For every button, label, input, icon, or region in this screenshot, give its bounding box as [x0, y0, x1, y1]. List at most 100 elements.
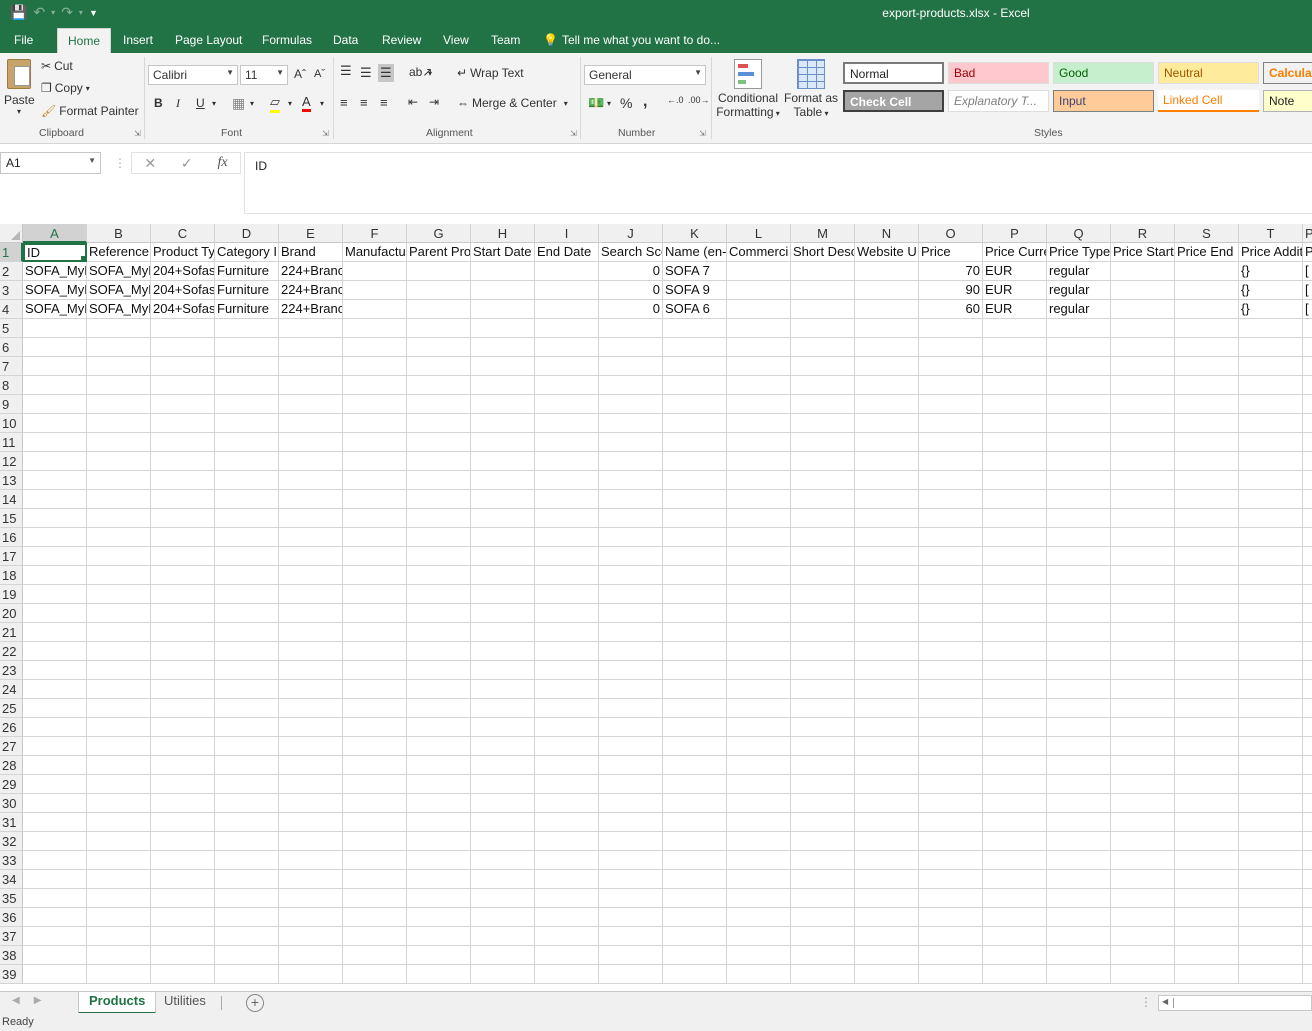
empty-cell[interactable]	[663, 509, 727, 528]
empty-cell[interactable]	[279, 528, 343, 547]
style-neutral[interactable]: Neutral	[1158, 62, 1259, 84]
empty-cell[interactable]	[343, 414, 407, 433]
empty-cell[interactable]	[1111, 357, 1175, 376]
data-cell[interactable]: EUR	[983, 262, 1047, 281]
empty-cell[interactable]	[663, 547, 727, 566]
empty-cell[interactable]	[23, 946, 87, 965]
empty-cell[interactable]	[1111, 395, 1175, 414]
empty-cell[interactable]	[1111, 547, 1175, 566]
select-all-button[interactable]	[0, 224, 23, 243]
empty-cell[interactable]	[983, 433, 1047, 452]
data-cell[interactable]	[471, 262, 535, 281]
empty-cell[interactable]	[23, 471, 87, 490]
empty-cell[interactable]	[343, 547, 407, 566]
empty-cell[interactable]	[23, 870, 87, 889]
add-sheet-icon[interactable]: +	[246, 994, 264, 1012]
empty-cell[interactable]	[23, 756, 87, 775]
empty-cell[interactable]	[279, 471, 343, 490]
empty-cell[interactable]	[983, 414, 1047, 433]
column-header-t[interactable]: T	[1239, 224, 1303, 243]
empty-cell[interactable]	[599, 813, 663, 832]
empty-cell[interactable]	[215, 585, 279, 604]
empty-cell[interactable]	[663, 395, 727, 414]
empty-cell[interactable]	[791, 452, 855, 471]
empty-cell[interactable]	[599, 338, 663, 357]
empty-cell[interactable]	[279, 889, 343, 908]
empty-cell[interactable]	[1111, 338, 1175, 357]
data-cell[interactable]: SOFA_MyN	[23, 262, 87, 281]
data-cell[interactable]: EUR	[983, 281, 1047, 300]
empty-cell[interactable]	[407, 832, 471, 851]
data-cell[interactable]: Furniture	[215, 300, 279, 319]
empty-cell[interactable]	[727, 946, 791, 965]
empty-cell[interactable]	[1303, 433, 1312, 452]
empty-cell[interactable]	[471, 604, 535, 623]
fill-color-dropdown-icon[interactable]: ▾	[288, 99, 292, 108]
empty-cell[interactable]	[1303, 889, 1312, 908]
empty-cell[interactable]	[855, 623, 919, 642]
empty-cell[interactable]	[535, 946, 599, 965]
empty-cell[interactable]	[1047, 623, 1111, 642]
empty-cell[interactable]	[87, 889, 151, 908]
column-header-r[interactable]: R	[1111, 224, 1175, 243]
empty-cell[interactable]	[791, 376, 855, 395]
empty-cell[interactable]	[87, 813, 151, 832]
empty-cell[interactable]	[535, 870, 599, 889]
empty-cell[interactable]	[215, 471, 279, 490]
empty-cell[interactable]	[1111, 908, 1175, 927]
empty-cell[interactable]	[791, 851, 855, 870]
empty-cell[interactable]	[23, 357, 87, 376]
empty-cell[interactable]	[471, 870, 535, 889]
empty-cell[interactable]	[343, 870, 407, 889]
row-header[interactable]: 29	[0, 775, 23, 794]
empty-cell[interactable]	[599, 319, 663, 338]
data-cell[interactable]	[1111, 300, 1175, 319]
row-header[interactable]: 17	[0, 547, 23, 566]
empty-cell[interactable]	[23, 661, 87, 680]
empty-cell[interactable]	[23, 490, 87, 509]
empty-cell[interactable]	[279, 965, 343, 984]
tab-team[interactable]: Team	[491, 33, 520, 47]
empty-cell[interactable]	[535, 509, 599, 528]
empty-cell[interactable]	[1239, 851, 1303, 870]
empty-cell[interactable]	[279, 946, 343, 965]
empty-cell[interactable]	[215, 680, 279, 699]
formula-input[interactable]: ID	[244, 152, 1312, 214]
empty-cell[interactable]	[407, 585, 471, 604]
empty-cell[interactable]	[87, 547, 151, 566]
empty-cell[interactable]	[1303, 471, 1312, 490]
empty-cell[interactable]	[23, 889, 87, 908]
empty-cell[interactable]	[1239, 490, 1303, 509]
data-cell[interactable]: 0	[599, 262, 663, 281]
empty-cell[interactable]	[151, 851, 215, 870]
empty-cell[interactable]	[1239, 680, 1303, 699]
empty-cell[interactable]	[215, 870, 279, 889]
empty-cell[interactable]	[1047, 661, 1111, 680]
empty-cell[interactable]	[471, 642, 535, 661]
empty-cell[interactable]	[1303, 927, 1312, 946]
empty-cell[interactable]	[407, 908, 471, 927]
empty-cell[interactable]	[727, 433, 791, 452]
empty-cell[interactable]	[343, 490, 407, 509]
empty-cell[interactable]	[1175, 661, 1239, 680]
empty-cell[interactable]	[727, 642, 791, 661]
empty-cell[interactable]	[279, 414, 343, 433]
empty-cell[interactable]	[919, 756, 983, 775]
clipboard-launcher-icon[interactable]: ⇲	[134, 129, 141, 138]
split-handle-icon[interactable]: ⋮	[1140, 995, 1152, 1009]
header-cell[interactable]: Reference	[87, 243, 151, 262]
empty-cell[interactable]	[23, 338, 87, 357]
empty-cell[interactable]	[23, 908, 87, 927]
empty-cell[interactable]	[343, 566, 407, 585]
empty-cell[interactable]	[855, 718, 919, 737]
empty-cell[interactable]	[535, 414, 599, 433]
empty-cell[interactable]	[471, 718, 535, 737]
data-cell[interactable]	[535, 281, 599, 300]
style-good[interactable]: Good	[1053, 62, 1154, 84]
empty-cell[interactable]	[535, 927, 599, 946]
empty-cell[interactable]	[855, 319, 919, 338]
empty-cell[interactable]	[855, 965, 919, 984]
header-cell[interactable]: Price Addit	[1239, 243, 1303, 262]
empty-cell[interactable]	[855, 680, 919, 699]
empty-cell[interactable]	[471, 851, 535, 870]
